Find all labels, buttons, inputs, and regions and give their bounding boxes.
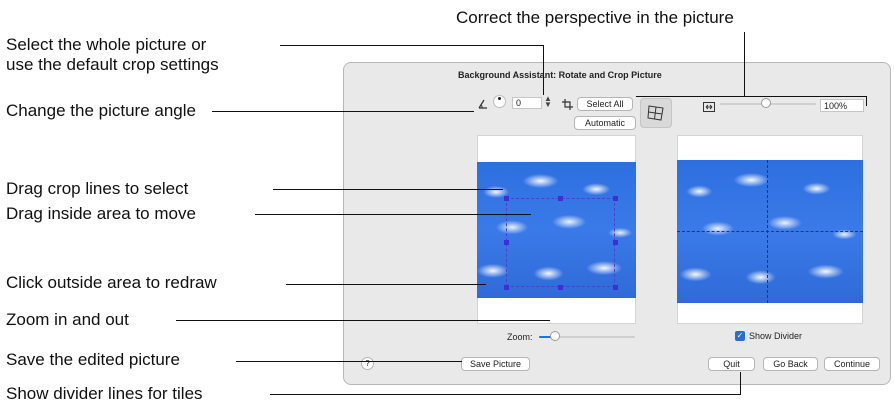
crop-handle[interactable] [558,285,563,290]
dialog-title: Background Assistant: Rotate and Crop Pi… [458,70,662,80]
leader-line [236,361,462,362]
divider-line-horizontal [677,231,863,232]
rotation-dial-icon[interactable] [493,95,506,108]
continue-button[interactable]: Continue [824,357,880,371]
fit-width-icon [703,99,715,112]
go-back-button[interactable]: Go Back [763,357,818,371]
callout-perspective: Correct the perspective in the picture [456,8,734,27]
leader-line [866,96,867,106]
zoom-label: Zoom: [507,332,533,342]
perspective-button[interactable] [640,98,672,128]
leader-line [212,111,474,112]
callout-click-outside: Click outside area to redraw [6,273,217,292]
leader-line [176,320,550,321]
select-all-button[interactable]: Select All [577,97,633,111]
zoom-slider-knob[interactable] [550,331,560,341]
crop-handle[interactable] [558,196,563,201]
zoom-percent-field[interactable]: 100% [820,99,864,112]
callout-drag-inside: Drag inside area to move [6,204,196,223]
automatic-button[interactable]: Automatic [574,116,636,130]
leader-line [255,214,531,215]
show-divider-label[interactable]: Show Divider [749,331,802,341]
callout-angle: Change the picture angle [6,101,196,120]
leader-line [280,45,543,46]
leader-line [744,32,745,97]
leader-line [636,96,867,97]
angle-icon [477,97,489,109]
leader-line [273,189,503,190]
callout-drag-crop: Drag crop lines to select [6,179,189,198]
crop-rectangle[interactable] [506,198,615,287]
callout-divider: Show divider lines for tiles [6,384,203,403]
show-divider-checkbox[interactable]: ✓ [735,331,745,341]
crop-handle[interactable] [504,285,509,290]
help-button[interactable]: ? [361,357,374,370]
angle-input[interactable]: 0 [512,97,542,109]
leader-line [286,284,486,285]
crop-handle[interactable] [613,285,618,290]
callout-save: Save the edited picture [6,350,180,369]
quit-button[interactable]: Quit [708,357,755,371]
callout-select-line1: Select the whole picture or [6,35,207,54]
stepper-icon[interactable]: ▲ ▼ [544,95,552,109]
leader-line [270,394,741,395]
crop-handle[interactable] [613,196,618,201]
perspective-zoom-knob[interactable] [761,98,771,108]
leader-line [543,45,544,95]
perspective-grid-icon [646,103,666,128]
callout-zoom: Zoom in and out [6,310,129,329]
crop-icon [562,97,573,110]
crop-handle[interactable] [504,196,509,201]
crop-handle[interactable] [613,240,618,245]
leader-line [740,372,741,394]
callout-select-line2: use the default crop settings [6,55,219,74]
crop-handle[interactable] [504,240,509,245]
save-picture-button[interactable]: Save Picture [461,357,530,371]
